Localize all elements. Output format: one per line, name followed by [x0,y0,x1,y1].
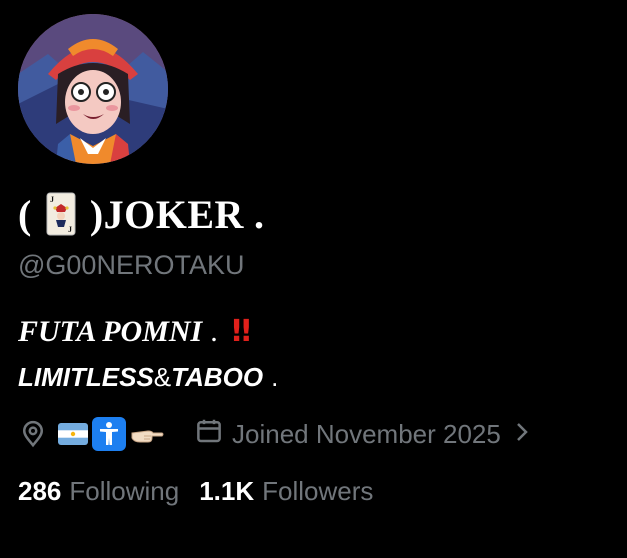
argentina-flag-icon [58,423,88,445]
display-name: ( J J )JOKER . [18,188,264,240]
followers-label: Followers [262,476,374,506]
following-label: Following [69,476,180,506]
follow-stats: 286 Following 1.1K Followers [18,476,373,507]
chevron-right-icon [515,419,529,450]
following-count: 286 [18,476,62,506]
avatar-image [18,14,168,164]
bio-line-2: LIMITLESS & TABOO . [18,362,278,393]
bio-ampersand: & [153,362,172,392]
pointing-hand-icon [130,421,164,447]
joined-text: Joined November 2025 [232,418,501,449]
bio-text-1: FUTA POMNI [18,314,203,348]
profile-meta-row: Joined November 2025 [18,414,529,454]
name-prefix: ( [18,191,32,237]
bio-text-2b: TABOO [171,362,264,392]
joker-card-icon: J J [46,192,76,236]
bio-line-1: FUTA POMNI . !! [18,314,253,349]
followers-link[interactable]: 1.1K Followers [199,476,373,507]
accessibility-icon [92,417,126,451]
joined-date[interactable]: Joined November 2025 [194,416,529,453]
avatar[interactable] [18,14,168,164]
following-link[interactable]: 286 Following [18,476,179,507]
name-text: )JOKER [89,191,244,237]
svg-text:J: J [68,225,73,234]
name-dot: . [253,191,265,237]
bio-dot-2: . [271,362,279,392]
bio-text-2a: LIMITLESS [18,362,154,392]
calendar-icon [194,416,224,453]
followers-count: 1.1K [199,476,255,506]
location-pin-icon [18,419,48,449]
user-handle: @G00NEROTAKU [18,250,245,280]
svg-text:J: J [50,195,55,204]
bio-dot-1: . [210,314,218,348]
double-exclamation-icon: !! [229,314,253,349]
